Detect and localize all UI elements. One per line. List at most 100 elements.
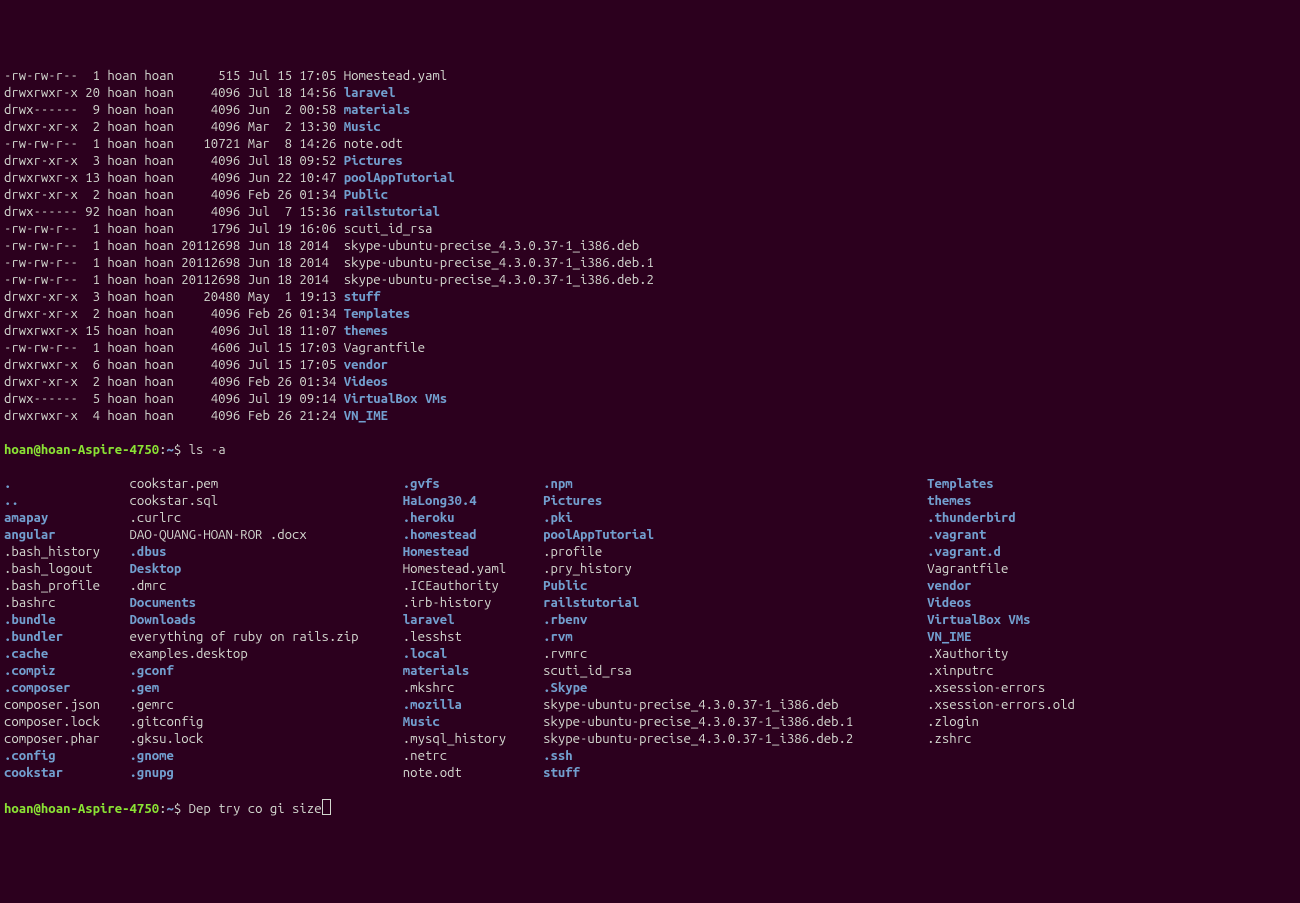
file-row: -rw-rw-r-- 1 hoan hoan 20112698 Jun 18 2… — [4, 238, 1296, 255]
ls-a-column: .npm Pictures .pki poolAppTutorial — [543, 476, 927, 782]
file-name: .xinputrc — [927, 664, 993, 678]
file-name: Public — [344, 188, 388, 202]
file-name: .gconf — [130, 664, 403, 678]
file-name: railstutorial — [344, 205, 440, 219]
file-row: -rw-rw-r-- 1 hoan hoan 20112698 Jun 18 2… — [4, 272, 1296, 289]
file-name: .irb-history — [403, 596, 543, 610]
file-row: drwx------ 5 hoan hoan 4096 Jul 19 09:14… — [4, 391, 1296, 408]
file-name: VN_IME — [344, 409, 388, 423]
file-name: .heroku — [403, 511, 543, 525]
file-name: skype-ubuntu-precise_4.3.0.37-1_i386.deb… — [344, 256, 654, 270]
file-row: drwx------ 92 hoan hoan 4096 Jul 7 15:36… — [4, 204, 1296, 221]
file-name: .zlogin — [927, 715, 979, 729]
file-row: drwxr-xr-x 2 hoan hoan 4096 Feb 26 01:34… — [4, 374, 1296, 391]
file-name: angular — [4, 528, 130, 542]
file-row: drwxrwxr-x 20 hoan hoan 4096 Jul 18 14:5… — [4, 85, 1296, 102]
file-name: themes — [927, 494, 971, 508]
file-name: skype-ubuntu-precise_4.3.0.37-1_i386.deb… — [543, 715, 927, 729]
ls-a-column: Templatesthemes.thunderbird.vagrant.vagr… — [927, 476, 1075, 782]
terminal[interactable]: -rw-rw-r-- 1 hoan hoan 515 Jul 15 17:05 … — [0, 51, 1300, 835]
file-name: Templates — [344, 307, 410, 321]
file-name: examples.desktop — [130, 647, 403, 661]
prompt-line-2[interactable]: hoan@hoan-Aspire-4750:~$ Dep try co gi s… — [4, 799, 1296, 818]
file-name: .bash_logout — [4, 562, 130, 576]
file-name: amapay — [4, 511, 130, 525]
file-name: VirtualBox VMs — [344, 392, 447, 406]
command-1: ls -a — [189, 443, 226, 457]
file-name: .bashrc — [4, 596, 130, 610]
file-name: vendor — [344, 358, 388, 372]
file-name: composer.lock — [4, 715, 130, 729]
file-name: .bundle — [4, 613, 130, 627]
file-name: .bash_profile — [4, 579, 130, 593]
file-name: .xsession-errors.old — [927, 698, 1075, 712]
file-name: Public — [543, 579, 927, 593]
file-name: Music — [344, 120, 381, 134]
file-row: drwxr-xr-x 2 hoan hoan 4096 Feb 26 01:34… — [4, 306, 1296, 323]
prompt-user: hoan@hoan-Aspire-4750 — [4, 443, 159, 457]
file-name: VN_IME — [927, 630, 971, 644]
file-name: laravel — [344, 86, 396, 100]
file-row: drwxr-xr-x 2 hoan hoan 4096 Feb 26 01:34… — [4, 187, 1296, 204]
file-name: .gnupg — [130, 766, 403, 780]
file-name: themes — [344, 324, 388, 338]
file-name: .lesshst — [403, 630, 543, 644]
file-name: .ICEauthority — [403, 579, 543, 593]
file-name: Music — [403, 715, 543, 729]
file-row: drwxrwxr-x 6 hoan hoan 4096 Jul 15 17:05… — [4, 357, 1296, 374]
file-row: drwxrwxr-x 13 hoan hoan 4096 Jun 22 10:4… — [4, 170, 1296, 187]
file-name: Templates — [927, 477, 993, 491]
file-name: .pry_history — [543, 562, 927, 576]
file-name: .thunderbird — [927, 511, 1016, 525]
file-name: .config — [4, 749, 130, 763]
file-name: cookstar.sql — [130, 494, 403, 508]
file-row: -rw-rw-r-- 1 hoan hoan 10721 Mar 8 14:26… — [4, 136, 1296, 153]
file-name: poolAppTutorial — [344, 171, 455, 185]
file-name: .rvmrc — [543, 647, 927, 661]
file-name: .xsession-errors — [927, 681, 1045, 695]
file-name: .cache — [4, 647, 130, 661]
file-name: .mozilla — [403, 698, 543, 712]
file-name: Homestead — [403, 545, 543, 559]
file-name: HaLong30.4 — [403, 494, 543, 508]
file-row: drwxr-xr-x 3 hoan hoan 4096 Jul 18 09:52… — [4, 153, 1296, 170]
file-name: materials — [344, 103, 410, 117]
file-name: railstutorial — [543, 596, 927, 610]
command-2[interactable]: Dep try co gi size — [189, 802, 322, 816]
file-row: -rw-rw-r-- 1 hoan hoan 4606 Jul 15 17:03… — [4, 340, 1296, 357]
ls-a-column: .gvfs HaLong30.4 .heroku .homestead Home… — [403, 476, 543, 782]
file-name: Videos — [927, 596, 971, 610]
ls-a-column: cookstar.pem cookstar.sql .curlrc DAO-QU… — [130, 476, 403, 782]
file-name: .pki — [543, 511, 927, 525]
file-name: .. — [4, 494, 130, 508]
file-row: drwx------ 9 hoan hoan 4096 Jun 2 00:58 … — [4, 102, 1296, 119]
file-name: .Xauthority — [927, 647, 1008, 661]
file-name: .rbenv — [543, 613, 927, 627]
file-name: Homestead.yaml — [344, 69, 447, 83]
file-row: drwxrwxr-x 15 hoan hoan 4096 Jul 18 11:0… — [4, 323, 1296, 340]
file-name: .curlrc — [130, 511, 403, 525]
file-name: everything of ruby on rails.zip — [130, 630, 403, 644]
file-name: Vagrantfile — [927, 562, 1008, 576]
file-name: VirtualBox VMs — [927, 613, 1030, 627]
file-name: .bundler — [4, 630, 130, 644]
file-name: vendor — [927, 579, 971, 593]
file-name: .mkshrc — [403, 681, 543, 695]
prompt-line-1: hoan@hoan-Aspire-4750:~$ ls -a — [4, 442, 1296, 459]
file-name: .gitconfig — [130, 715, 403, 729]
file-name: Pictures — [344, 154, 403, 168]
file-name: .gvfs — [403, 477, 543, 491]
file-name: .bash_history — [4, 545, 130, 559]
file-name: scuti_id_rsa — [344, 222, 433, 236]
file-name: laravel — [403, 613, 543, 627]
file-row: -rw-rw-r-- 1 hoan hoan 515 Jul 15 17:05 … — [4, 68, 1296, 85]
file-name: materials — [403, 664, 543, 678]
file-name: .dmrc — [130, 579, 403, 593]
file-row: drwxr-xr-x 2 hoan hoan 4096 Mar 2 13:30 … — [4, 119, 1296, 136]
file-name: Videos — [344, 375, 388, 389]
file-name: .vagrant — [927, 528, 986, 542]
file-name: note.odt — [403, 766, 543, 780]
file-name: skype-ubuntu-precise_4.3.0.37-1_i386.deb — [344, 239, 639, 253]
prompt-path: ~ — [166, 443, 173, 457]
file-name: DAO-QUANG-HOAN-ROR .docx — [130, 528, 403, 542]
